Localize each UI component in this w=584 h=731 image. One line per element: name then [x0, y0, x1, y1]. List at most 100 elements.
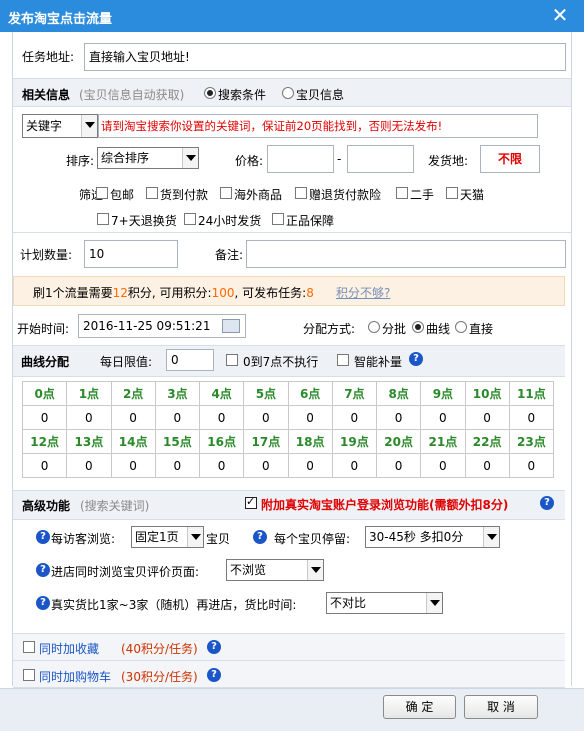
hour-value-cell[interactable]: 0: [508, 453, 555, 478]
radio-direct-label: 直接: [469, 322, 494, 336]
ship-location-input[interactable]: 不限: [480, 145, 540, 173]
hour-value-cell[interactable]: 0: [66, 405, 112, 430]
title-bar: 发布淘宝点击流量 ✕: [0, 0, 584, 32]
start-time-input[interactable]: 2016-11-25 09:51:21: [78, 314, 246, 338]
hour-header-cell: 4点: [198, 381, 245, 406]
hour-header-cell: 22点: [464, 429, 510, 454]
close-icon[interactable]: ✕: [550, 4, 570, 26]
visit-unit-label: 宝贝: [206, 532, 231, 546]
help-icon[interactable]: ?: [207, 668, 221, 682]
real-login-checkbox[interactable]: [245, 495, 257, 509]
add-cart-checkbox[interactable]: [23, 669, 35, 681]
hour-value-cell[interactable]: 0: [508, 405, 555, 430]
note-input[interactable]: [246, 240, 566, 268]
points-available: 100: [211, 286, 235, 300]
hour-value-cell[interactable]: 0: [198, 405, 245, 430]
hour-value-cell[interactable]: 0: [154, 405, 201, 430]
not-enough-points-link[interactable]: 积分不够?: [336, 284, 390, 301]
hour-header-cell: 18点: [287, 429, 333, 454]
add-cart-cost: (30积分/任务): [121, 670, 198, 684]
calendar-icon[interactable]: [222, 319, 240, 333]
hour-value-cell[interactable]: 0: [375, 405, 422, 430]
compare-label: 真实货比1家~3家（随机）再进店，货比时间:: [51, 598, 297, 612]
radio-curve[interactable]: [412, 321, 424, 333]
hour-value-cell[interactable]: 0: [198, 453, 245, 478]
hour-header-cell: 1点: [66, 381, 112, 406]
smart-fill-label: 智能补量: [354, 355, 403, 369]
advanced-subtitle: (搜索关键词): [80, 499, 150, 513]
hour-value-cell[interactable]: 0: [331, 453, 378, 478]
hour-value-cell[interactable]: 0: [66, 453, 112, 478]
hour-header-cell: 12点: [21, 429, 68, 454]
radio-item-info[interactable]: [282, 87, 294, 99]
radio-batch[interactable]: [368, 321, 380, 333]
review-select[interactable]: 不浏览: [226, 559, 324, 581]
hour-header-cell: 2点: [110, 381, 156, 406]
filter-checkbox-24h-ship[interactable]: [184, 213, 196, 225]
help-icon[interactable]: ?: [409, 352, 423, 366]
confirm-button[interactable]: 确 定: [383, 695, 456, 719]
hour-value-cell[interactable]: 0: [154, 453, 201, 478]
price-label: 价格:: [235, 154, 264, 168]
hour-value-cell[interactable]: 0: [420, 405, 466, 430]
price-max-input[interactable]: [347, 145, 414, 173]
visit-pages-select[interactable]: 固定1页: [131, 526, 204, 548]
hour-value-cell[interactable]: 0: [243, 405, 289, 430]
filter-checkbox-overseas[interactable]: [220, 187, 232, 199]
filter-checkbox-secondhand[interactable]: [396, 187, 408, 199]
radio-direct[interactable]: [455, 321, 467, 333]
filter-checkbox-tmall[interactable]: [446, 187, 458, 199]
hour-header-cell: 13点: [66, 429, 112, 454]
hour-value-cell[interactable]: 0: [331, 405, 378, 430]
hour-value-cell[interactable]: 0: [420, 453, 466, 478]
daily-limit-input[interactable]: 0: [166, 349, 214, 371]
plan-quantity-input[interactable]: 10: [84, 240, 178, 268]
hour-header-cell: 9点: [420, 381, 466, 406]
task-address-input[interactable]: 直接输入宝贝地址!: [84, 43, 566, 71]
hour-value-cell[interactable]: 0: [287, 405, 333, 430]
hour-header-cell: 7点: [331, 381, 378, 406]
stay-time-select[interactable]: 30-45秒 多扣0分: [365, 526, 500, 548]
skip-0-7-checkbox[interactable]: [226, 354, 238, 366]
hour-value-cell[interactable]: 0: [287, 453, 333, 478]
help-icon[interactable]: ?: [207, 640, 221, 654]
hour-value-cell[interactable]: 0: [464, 453, 510, 478]
filter-tmall-label: 天猫: [460, 188, 485, 202]
ship-label: 发货地:: [428, 154, 469, 168]
filter-checkbox-genuine[interactable]: [272, 213, 284, 225]
filter-return-insurance-label: 赠退货付款险: [309, 188, 382, 202]
cancel-button[interactable]: 取 消: [464, 695, 538, 719]
compare-time-select[interactable]: 不对比: [326, 592, 443, 614]
hour-value-cell[interactable]: 0: [375, 453, 422, 478]
keyword-type-select[interactable]: 关键字: [22, 114, 98, 138]
radio-item-info-label: 宝贝信息: [296, 88, 345, 102]
hour-header-cell: 0点: [21, 381, 68, 406]
plan-quantity-label: 计划数量:: [20, 248, 73, 262]
sort-select[interactable]: 综合排序: [97, 147, 199, 169]
radio-search-condition[interactable]: [204, 87, 216, 99]
price-min-input[interactable]: [267, 145, 334, 173]
hour-value-cell[interactable]: 0: [21, 453, 68, 478]
window-title: 发布淘宝点击流量: [8, 12, 113, 27]
hour-value-cell[interactable]: 0: [110, 453, 156, 478]
hour-value-cell[interactable]: 0: [243, 453, 289, 478]
radio-batch-label: 分批: [382, 322, 407, 336]
filter-checkbox-return-insurance[interactable]: [295, 187, 307, 199]
filter-checkbox-cod[interactable]: [146, 187, 158, 199]
note-label: 备注:: [215, 248, 244, 262]
add-favorite-checkbox[interactable]: [23, 641, 35, 653]
visit-label: 每访客浏览:: [51, 532, 116, 546]
filter-checkbox-free-shipping[interactable]: [96, 187, 108, 199]
smart-fill-checkbox[interactable]: [337, 354, 349, 366]
help-icon[interactable]: ?: [540, 496, 554, 510]
hour-header-cell: 6点: [287, 381, 333, 406]
hour-value-cell[interactable]: 0: [21, 405, 68, 430]
start-time-label: 开始时间:: [17, 322, 70, 336]
filter-genuine-label: 正品保障: [286, 214, 335, 228]
hour-value-cell[interactable]: 0: [464, 405, 510, 430]
info-icon: ?: [36, 596, 50, 610]
keyword-input[interactable]: 请到淘宝搜索你设置的关键词，保证前20页能找到，否则无法发布!: [98, 114, 538, 138]
hour-value-cell[interactable]: 0: [110, 405, 156, 430]
filter-checkbox-7day-return[interactable]: [97, 213, 109, 225]
price-dash: -: [337, 152, 342, 166]
